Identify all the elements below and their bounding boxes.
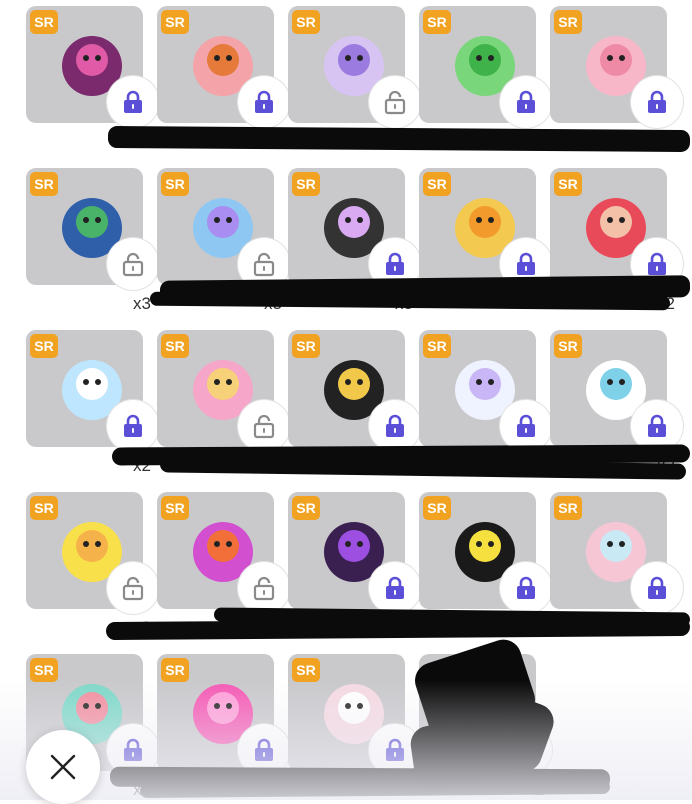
item-tile[interactable]: SRx2 [419,168,552,313]
item-tile[interactable]: SRx2 [26,330,159,475]
close-button[interactable] [26,730,100,804]
item-tile[interactable]: SRx2 [419,492,552,637]
item-tile[interactable]: SRx3 [288,168,421,313]
lock-icon[interactable] [369,562,421,614]
lock-icon[interactable] [238,76,290,128]
item-tile[interactable]: SRx2 [550,330,683,475]
lock-icon[interactable] [500,400,552,452]
close-icon [50,754,76,780]
unlock-icon[interactable] [107,562,159,614]
item-tile[interactable]: SRx2 [550,168,683,313]
item-tile[interactable]: SRx2 [288,492,421,637]
lock-icon[interactable] [107,400,159,452]
item-tile[interactable]: SRx2 [26,492,159,637]
item-tile[interactable]: SRx2 [288,330,421,475]
item-tile[interactable]: SRx2 [288,654,421,799]
lock-icon[interactable] [107,76,159,128]
item-tile[interactable]: SRx2 [288,6,421,151]
lock-icon[interactable] [631,76,683,128]
item-tile[interactable]: SRx2 [157,654,290,799]
lock-icon[interactable] [500,76,552,128]
item-tile[interactable]: SRx4 [157,6,290,151]
lock-icon[interactable] [631,562,683,614]
item-tile[interactable]: SRx2 [157,492,290,637]
lock-icon[interactable] [500,562,552,614]
redaction-scribble [107,125,691,153]
item-tile[interactable]: SRx2 [26,6,159,151]
item-tile[interactable]: SRx3 [26,168,159,313]
item-tile[interactable]: SRx3 [157,168,290,313]
lock-icon[interactable] [369,400,421,452]
item-tile[interactable]: SRx4 [419,6,552,151]
item-grid: SRx2SRx4SRx2SRx4SRx2SRx3SRx3SRx3SRx2SRx2… [0,0,692,800]
item-tile[interactable]: SRx2 [550,6,683,151]
unlock-icon[interactable] [238,562,290,614]
item-tile[interactable]: SRx2 [157,330,290,475]
unlock-icon[interactable] [369,76,421,128]
unlock-icon[interactable] [238,400,290,452]
unlock-icon[interactable] [107,238,159,290]
item-tile[interactable]: SRx2 [550,492,683,637]
item-tile[interactable]: SRx2 [419,330,552,475]
